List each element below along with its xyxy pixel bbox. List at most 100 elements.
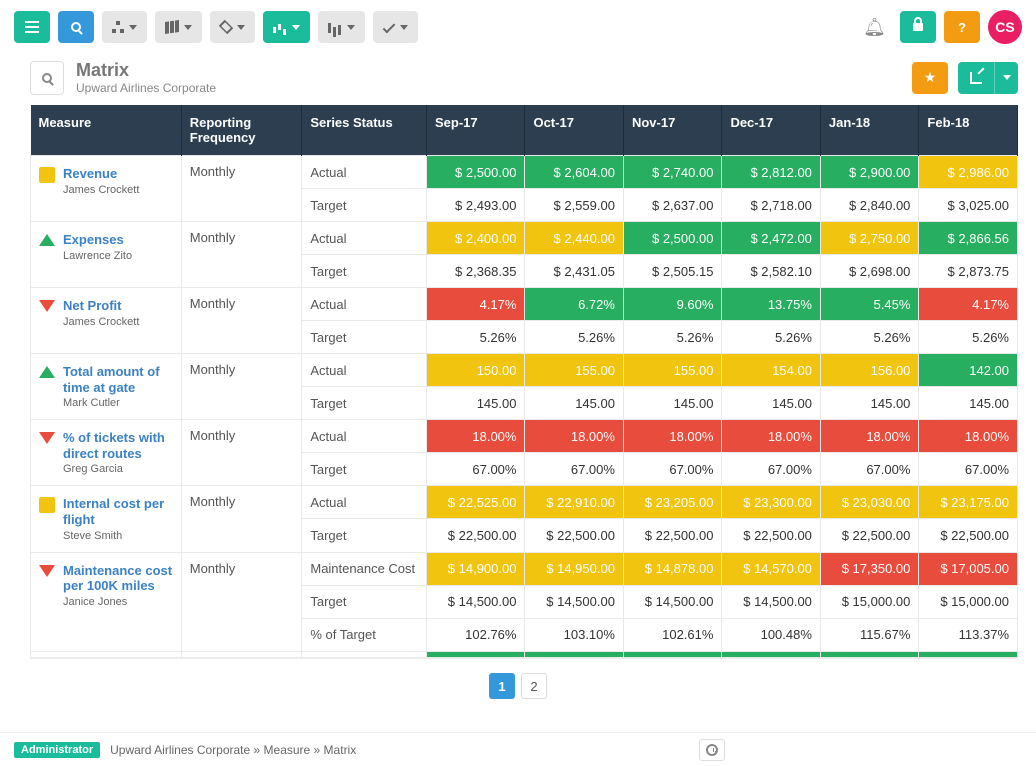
value-cell[interactable]: 67.00% <box>820 453 918 486</box>
value-cell[interactable]: 142.00 <box>919 354 1018 387</box>
edit-dropdown[interactable] <box>994 62 1018 94</box>
value-cell[interactable]: 18.00% <box>623 420 721 453</box>
value-cell[interactable]: $ 2,840.00 <box>820 189 918 222</box>
value-cell[interactable]: 150.00 <box>426 354 524 387</box>
value-cell[interactable]: 5.26% <box>722 321 820 354</box>
value-cell[interactable]: $ 2,750.00 <box>820 222 918 255</box>
value-cell[interactable]: $ 22,525.00 <box>426 486 524 519</box>
cube-dropdown[interactable] <box>210 11 255 43</box>
value-cell[interactable]: $ 14,500.00 <box>722 585 820 618</box>
value-cell[interactable]: 145.00 <box>919 387 1018 420</box>
value-cell[interactable]: 18.00% <box>525 420 623 453</box>
user-avatar[interactable]: CS <box>988 10 1022 44</box>
help-button[interactable] <box>944 11 980 43</box>
value-cell[interactable]: 5.45% <box>820 288 918 321</box>
value-cell[interactable]: $ 2,866.56 <box>919 222 1018 255</box>
value-cell[interactable]: 4.17% <box>919 288 1018 321</box>
page-2[interactable]: 2 <box>521 673 547 699</box>
favorite-button[interactable] <box>912 62 948 94</box>
value-cell[interactable]: 156.00 <box>820 354 918 387</box>
check-dropdown[interactable] <box>373 11 418 43</box>
value-cell[interactable]: 18.00% <box>919 420 1018 453</box>
value-cell[interactable]: $ 22,500.00 <box>820 519 918 552</box>
value-cell[interactable]: $ 2,986.00 <box>919 156 1018 189</box>
value-cell[interactable]: 145.00 <box>722 387 820 420</box>
value-cell[interactable]: $ 14,950.00 <box>525 552 623 585</box>
value-cell[interactable]: $ 14,500.00 <box>623 585 721 618</box>
value-cell[interactable]: 6.72% <box>525 288 623 321</box>
value-cell[interactable]: $ 23,030.00 <box>820 486 918 519</box>
value-cell[interactable]: 145.00 <box>426 387 524 420</box>
value-cell[interactable]: $ 23,205.00 <box>623 486 721 519</box>
notifications-icon[interactable]: 🔔︎ <box>857 13 892 42</box>
value-cell[interactable]: $ 15,000.00 <box>919 585 1018 618</box>
measure-link[interactable]: Internal cost per flight <box>63 496 175 527</box>
value-cell[interactable]: $ 2,559.00 <box>525 189 623 222</box>
value-cell[interactable]: 154.00 <box>722 354 820 387</box>
value-cell[interactable]: $ 23,175.00 <box>919 486 1018 519</box>
value-cell[interactable]: $ 14,878.00 <box>623 552 721 585</box>
tree-dropdown[interactable] <box>102 11 147 43</box>
page-1[interactable]: 1 <box>489 673 515 699</box>
map-dropdown[interactable] <box>155 11 202 43</box>
value-cell[interactable]: 5.26% <box>820 321 918 354</box>
value-cell[interactable]: $ 22,500.00 <box>623 519 721 552</box>
value-cell[interactable]: $ 2,740.00 <box>623 156 721 189</box>
value-cell[interactable]: $ 22,500.00 <box>919 519 1018 552</box>
matrix-table-wrap[interactable]: Measure Reporting Frequency Series Statu… <box>30 105 1018 659</box>
value-cell[interactable]: 113.37% <box>919 618 1018 651</box>
menu-button[interactable] <box>14 11 50 43</box>
value-cell[interactable]: 5.26% <box>623 321 721 354</box>
value-cell[interactable]: $ 3,025.00 <box>919 189 1018 222</box>
measure-link[interactable]: Net Profit <box>63 298 139 314</box>
value-cell[interactable]: $ 2,582.10 <box>722 255 820 288</box>
value-cell[interactable]: $ 14,900.00 <box>426 552 524 585</box>
value-cell[interactable]: $ 17,005.00 <box>919 552 1018 585</box>
value-cell[interactable]: 18.00% <box>820 420 918 453</box>
value-cell[interactable]: $ 2,604.00 <box>525 156 623 189</box>
value-cell[interactable]: 102.76% <box>426 618 524 651</box>
value-cell[interactable]: $ 2,812.00 <box>722 156 820 189</box>
value-cell[interactable]: 145.00 <box>820 387 918 420</box>
value-cell[interactable]: $ 22,500.00 <box>426 519 524 552</box>
value-cell[interactable]: 67.00% <box>525 453 623 486</box>
value-cell[interactable]: 115.67% <box>820 618 918 651</box>
value-cell[interactable]: $ 14,500.00 <box>426 585 524 618</box>
value-cell[interactable]: $ 23,300.00 <box>722 486 820 519</box>
value-cell[interactable]: 67.00% <box>919 453 1018 486</box>
lock-button[interactable] <box>900 11 936 43</box>
value-cell[interactable]: $ 2,368.35 <box>426 255 524 288</box>
value-cell[interactable]: 5.26% <box>426 321 524 354</box>
value-cell[interactable]: $ 2,698.00 <box>820 255 918 288</box>
value-cell[interactable]: 103.10% <box>525 618 623 651</box>
edit-button[interactable] <box>958 62 994 94</box>
value-cell[interactable]: 4.17% <box>426 288 524 321</box>
value-cell[interactable]: $ 17,350.00 <box>820 552 918 585</box>
value-cell[interactable]: 67.00% <box>623 453 721 486</box>
measure-link[interactable]: % of tickets with direct routes <box>63 430 175 461</box>
title-search-button[interactable] <box>30 61 64 95</box>
value-cell[interactable]: $ 22,910.00 <box>525 486 623 519</box>
value-cell[interactable]: $ 2,431.05 <box>525 255 623 288</box>
history-button[interactable] <box>699 739 725 761</box>
value-cell[interactable]: 67.00% <box>426 453 524 486</box>
value-cell[interactable]: 155.00 <box>623 354 721 387</box>
value-cell[interactable]: 100.48% <box>722 618 820 651</box>
value-cell[interactable]: $ 2,873.75 <box>919 255 1018 288</box>
value-cell[interactable]: 5.26% <box>919 321 1018 354</box>
value-cell[interactable]: $ 2,472.00 <box>722 222 820 255</box>
value-cell[interactable]: $ 2,505.15 <box>623 255 721 288</box>
value-cell[interactable]: 67.00% <box>722 453 820 486</box>
value-cell[interactable]: $ 2,440.00 <box>525 222 623 255</box>
value-cell[interactable]: $ 14,570.00 <box>722 552 820 585</box>
value-cell[interactable]: 145.00 <box>623 387 721 420</box>
value-cell[interactable]: 155.00 <box>525 354 623 387</box>
report-dropdown[interactable] <box>318 11 365 43</box>
chart-dropdown-active[interactable] <box>263 11 310 43</box>
value-cell[interactable]: $ 2,500.00 <box>623 222 721 255</box>
value-cell[interactable]: 5.26% <box>525 321 623 354</box>
value-cell[interactable]: $ 2,718.00 <box>722 189 820 222</box>
search-button[interactable] <box>58 11 94 43</box>
value-cell[interactable]: 13.75% <box>722 288 820 321</box>
measure-link[interactable]: Revenue <box>63 166 139 182</box>
